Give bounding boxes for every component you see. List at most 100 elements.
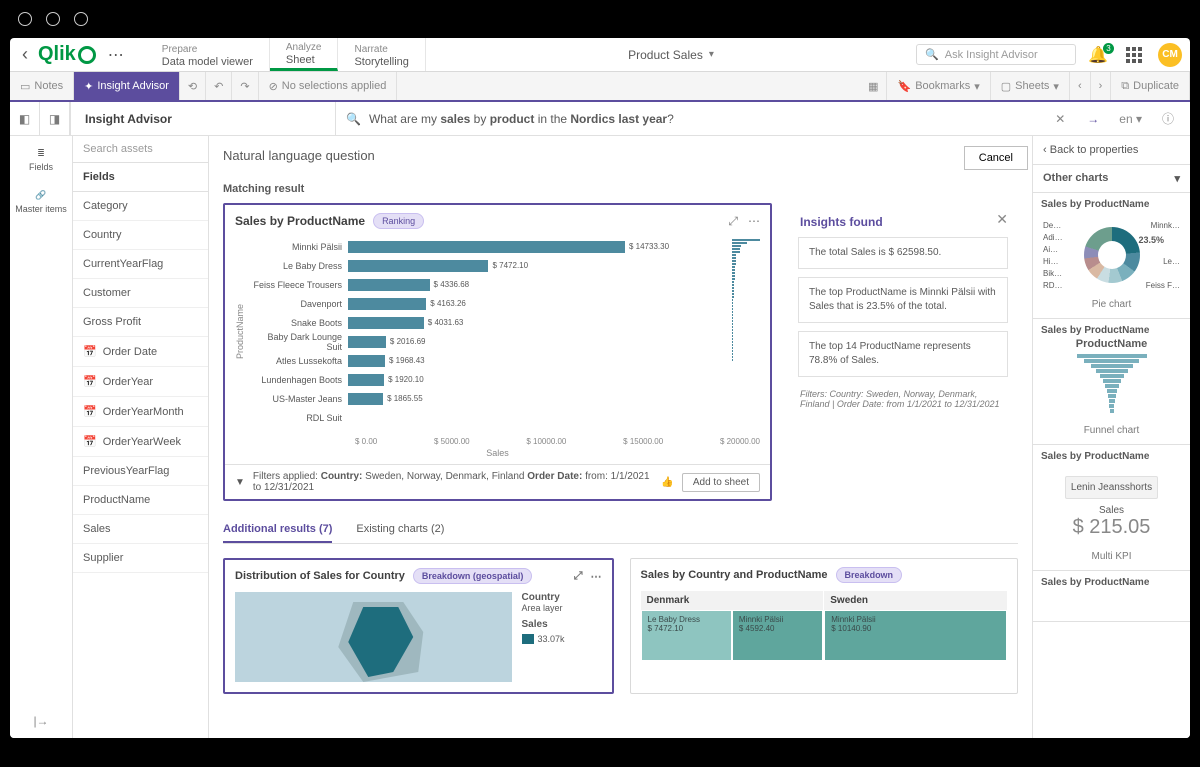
app-menu[interactable]: ⋯ — [102, 45, 130, 65]
rail-fields[interactable]: ≣Fields — [10, 144, 72, 176]
panel-left-toggle[interactable]: ◧ — [10, 102, 40, 135]
bar-row: Baby Dark Lounge Suit$ 2016.69 — [253, 332, 724, 351]
bar-row: Snake Boots$ 4031.63 — [253, 313, 724, 332]
insight-icon: ✦ — [84, 80, 93, 93]
field-item[interactable]: ProductName — [73, 486, 208, 515]
field-item[interactable]: PreviousYearFlag — [73, 457, 208, 486]
insight-item: The total Sales is $ 62598.50. — [798, 237, 1008, 269]
bookmarks-button[interactable]: 🔖Bookmarks ▾ — [887, 72, 990, 100]
clear-query-button[interactable]: ✕ — [1047, 112, 1073, 126]
chevron-down-icon: ▾ — [1174, 172, 1180, 185]
other-chart-card[interactable]: Sales by ProductNameLenin JeansshortsSal… — [1033, 445, 1190, 571]
treemap-cell[interactable]: Minnki Pälsii$ 4592.40 — [732, 610, 823, 661]
x-axis-label: Sales — [225, 448, 770, 464]
window-min-dot[interactable] — [46, 12, 60, 26]
card-menu-icon[interactable]: ⋯ — [748, 214, 760, 229]
notification-badge: 3 — [1103, 43, 1114, 54]
map-visualization — [235, 592, 512, 682]
bar-row: Le Baby Dress$ 7472.10 — [253, 256, 724, 275]
user-avatar[interactable]: CM — [1158, 43, 1182, 67]
tab-analyze[interactable]: AnalyzeSheet — [270, 38, 339, 71]
close-insights-button[interactable]: ✕ — [996, 211, 1008, 228]
duplicate-icon: ⧉ — [1121, 80, 1129, 93]
chevron-down-icon: ▾ — [709, 49, 714, 60]
field-item[interactable]: 📅OrderYear — [73, 367, 208, 397]
tab-narrate[interactable]: NarrateStorytelling — [338, 38, 425, 71]
field-item[interactable]: 📅Order Date — [73, 337, 208, 367]
insights-panel: ✕ Insights found The total Sales is $ 62… — [788, 203, 1018, 501]
calendar-icon: 📅 — [83, 345, 97, 358]
field-item[interactable]: Category — [73, 192, 208, 221]
geo-chart-card[interactable]: Distribution of Sales for Country Breakd… — [223, 558, 614, 694]
insight-advisor-button[interactable]: ✦Insight Advisor — [74, 72, 180, 100]
chart-minimap[interactable] — [732, 237, 760, 427]
qlik-logo[interactable]: Qlik — [38, 43, 96, 66]
field-item[interactable]: Supplier — [73, 544, 208, 573]
rail-master-items[interactable]: 🔗Master items — [10, 186, 72, 218]
panel-right-toggle[interactable]: ◨ — [40, 102, 70, 135]
info-icon[interactable]: ⓘ — [1156, 110, 1180, 127]
lasso-icon[interactable]: ⟲ — [180, 72, 206, 100]
insight-advisor-title: Insight Advisor — [71, 102, 336, 135]
field-item[interactable]: CurrentYearFlag — [73, 250, 208, 279]
window-controls — [0, 0, 1200, 38]
matching-result-label: Matching result — [223, 183, 1018, 195]
bar-row: US-Master Jeans$ 1865.55 — [253, 389, 724, 408]
other-chart-card[interactable]: Sales by ProductNameProductNameFunnel ch… — [1033, 319, 1190, 445]
other-chart-card[interactable]: Sales by ProductName — [1033, 571, 1190, 622]
field-item[interactable]: 📅OrderYearWeek — [73, 427, 208, 457]
calendar-icon: 📅 — [83, 435, 97, 448]
field-item[interactable]: Gross Profit — [73, 308, 208, 337]
treemap-cell[interactable]: Minnki Pälsii$ 10140.90 — [824, 610, 1007, 661]
window-close-dot[interactable] — [18, 12, 32, 26]
language-selector[interactable]: en ▾ — [1113, 112, 1148, 126]
no-selections-label: ⊘No selections applied — [259, 72, 398, 100]
tab-existing-charts[interactable]: Existing charts (2) — [356, 515, 444, 543]
app-title[interactable]: Product Sales▾ — [432, 48, 910, 62]
back-button[interactable]: ‹ — [18, 44, 32, 65]
treemap-card[interactable]: Sales by Country and ProductName Breakdo… — [630, 558, 1019, 694]
app-launcher-icon[interactable] — [1126, 47, 1142, 63]
prev-sheet-button[interactable]: ‹ — [1070, 72, 1091, 100]
next-sheet-button[interactable]: › — [1091, 72, 1112, 100]
expand-rail-button[interactable]: |→ — [33, 714, 48, 728]
bar-row: RDL Suit — [253, 408, 724, 427]
treemap-cell[interactable]: Le Baby Dress$ 7472.10 — [641, 610, 732, 661]
submit-query-button[interactable]: → — [1081, 112, 1105, 126]
bar-row: Lundenhagen Boots$ 1920.10 — [253, 370, 724, 389]
field-item[interactable]: Country — [73, 221, 208, 250]
card-menu-icon[interactable]: ⋯ — [591, 570, 602, 583]
field-item[interactable]: 📅OrderYearMonth — [73, 397, 208, 427]
calendar-icon: 📅 — [83, 405, 97, 418]
notifications-button[interactable]: 🔔3 — [1082, 45, 1114, 65]
top-search-input[interactable]: 🔍 Ask Insight Advisor — [916, 44, 1076, 65]
bookmark-icon: 🔖 — [897, 80, 911, 93]
fullscreen-icon[interactable]: ⤢ — [728, 214, 738, 229]
field-item[interactable]: Sales — [73, 515, 208, 544]
selection-tool-icon[interactable]: ▦ — [860, 72, 887, 100]
step-fwd-icon[interactable]: ↷ — [232, 72, 258, 100]
duplicate-button[interactable]: ⧉Duplicate — [1111, 72, 1190, 100]
cancel-button[interactable]: Cancel — [964, 146, 1028, 170]
chevron-down-icon: ▾ — [974, 80, 980, 93]
thumbs-up-icon[interactable]: 👍 — [661, 477, 673, 488]
sheets-button[interactable]: ▢Sheets ▾ — [991, 72, 1070, 100]
other-chart-card[interactable]: Sales by ProductName23.5%De…Adi…Ai…Hi…Bi… — [1033, 193, 1190, 319]
y-axis-label: ProductName — [235, 304, 245, 359]
add-to-sheet-button[interactable]: Add to sheet — [682, 473, 760, 492]
other-charts-accordion[interactable]: Other charts▾ — [1033, 165, 1190, 193]
fullscreen-icon[interactable]: ⤢ — [574, 570, 583, 583]
search-assets-input[interactable]: Search assets — [73, 136, 208, 163]
step-back-icon[interactable]: ↶ — [206, 72, 232, 100]
field-item[interactable]: Customer — [73, 279, 208, 308]
chart-title: Sales by ProductName — [235, 214, 365, 228]
tab-additional-results[interactable]: Additional results (7) — [223, 515, 332, 543]
nlq-heading: Natural language question — [223, 148, 1018, 163]
tab-prepare[interactable]: PrepareData model viewer — [146, 38, 270, 71]
window-max-dot[interactable] — [74, 12, 88, 26]
insight-item: The top ProductName is Minnki Pälsii wit… — [798, 277, 1008, 323]
filter-icon: ▼ — [235, 477, 245, 488]
notes-button[interactable]: ▭Notes — [10, 72, 74, 100]
back-to-properties[interactable]: ‹ Back to properties — [1033, 136, 1190, 165]
nlq-input[interactable]: 🔍 What are my sales by product in the No… — [336, 110, 1190, 127]
